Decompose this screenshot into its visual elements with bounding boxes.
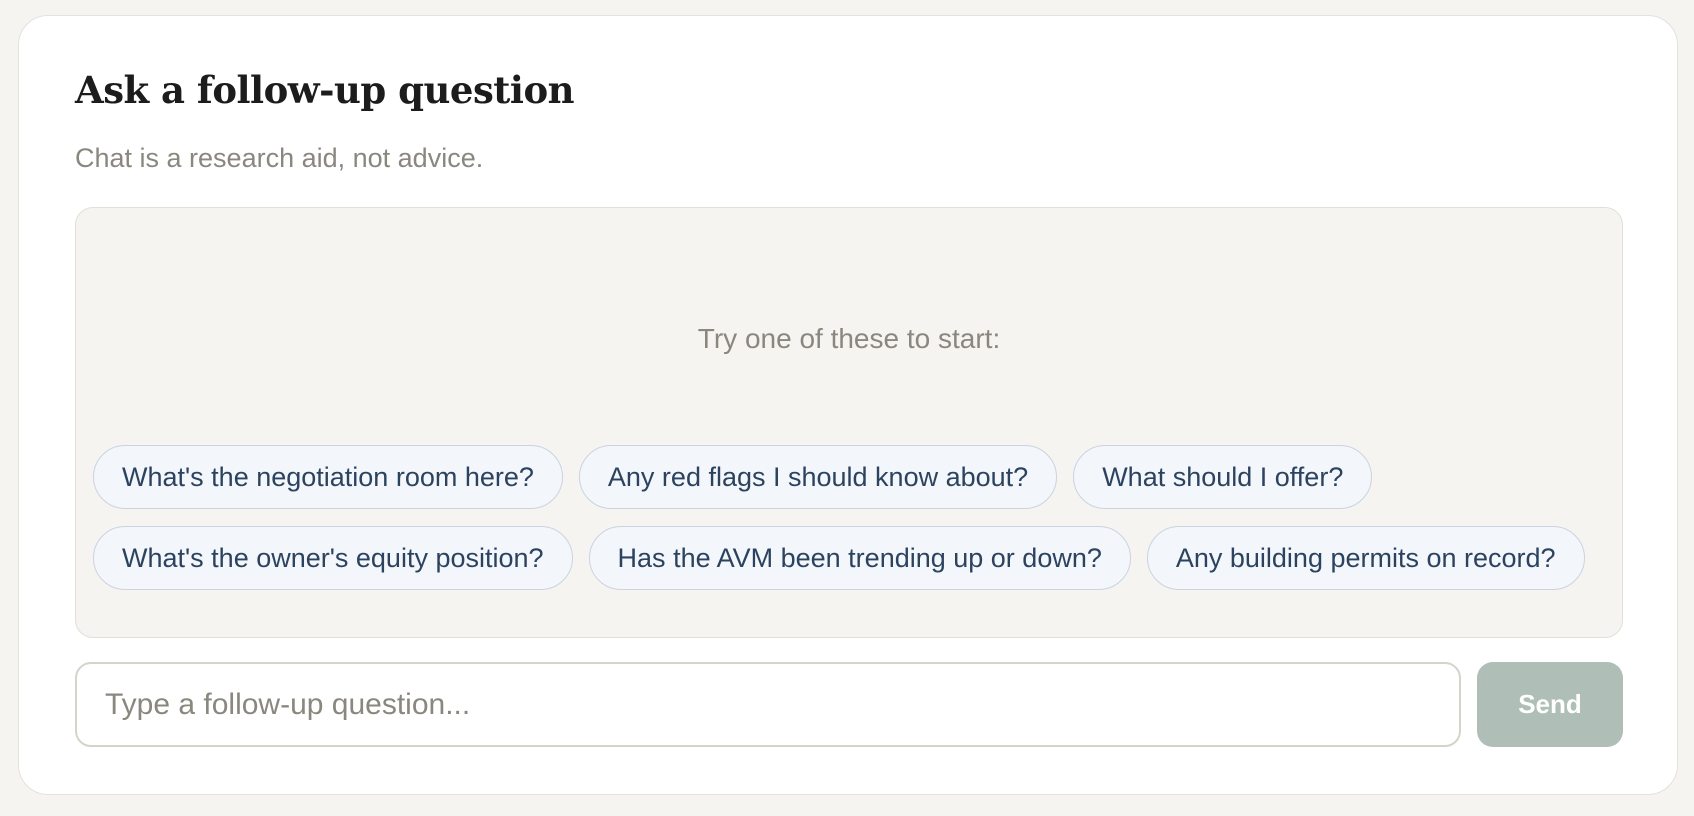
message-composer: Send <box>75 662 1623 747</box>
card-title: Ask a follow-up question <box>75 68 575 112</box>
question-input[interactable] <box>75 662 1461 747</box>
suggestion-chip-list: What's the negotiation room here? Any re… <box>93 445 1613 590</box>
suggestion-chip[interactable]: What's the negotiation room here? <box>93 445 563 509</box>
suggestion-chip[interactable]: Has the AVM been trending up or down? <box>588 526 1131 590</box>
suggestion-chip[interactable]: Any red flags I should know about? <box>578 445 1058 509</box>
chat-card: Ask a follow-up question Chat is a resea… <box>18 15 1678 795</box>
suggestion-chip[interactable]: What's the owner's equity position? <box>93 526 573 590</box>
card-subtitle: Chat is a research aid, not advice. <box>75 143 484 173</box>
suggestion-chip[interactable]: What should I offer? <box>1073 445 1373 509</box>
send-button[interactable]: Send <box>1477 662 1623 747</box>
suggestions-hint: Try one of these to start: <box>697 323 1001 354</box>
suggestion-chip[interactable]: Any building permits on record? <box>1146 526 1585 590</box>
message-area: Try one of these to start: What's the ne… <box>75 207 1623 638</box>
